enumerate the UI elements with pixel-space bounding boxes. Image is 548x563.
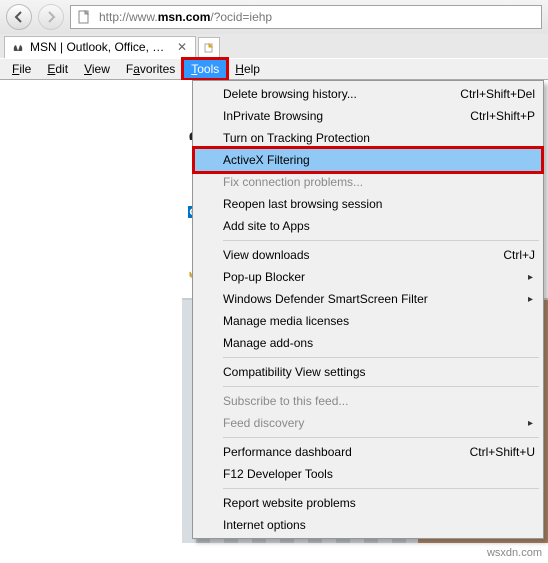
address-text: http://www.msn.com/?ocid=iehp	[97, 10, 541, 24]
tab-row: MSN | Outlook, Office, Sky... ✕	[0, 34, 548, 58]
menu-separator	[223, 357, 539, 358]
menu-f12-tools[interactable]: F12 Developer Tools	[195, 463, 541, 485]
tools-dropdown: Delete browsing history...Ctrl+Shift+Del…	[192, 80, 544, 539]
menu-delete-history[interactable]: Delete browsing history...Ctrl+Shift+Del	[195, 83, 541, 105]
menu-separator	[223, 437, 539, 438]
menu-inprivate[interactable]: InPrivate BrowsingCtrl+Shift+P	[195, 105, 541, 127]
menu-edit[interactable]: Edit	[39, 59, 76, 79]
forward-button[interactable]	[38, 4, 64, 30]
menu-help[interactable]: Help	[227, 59, 268, 79]
menu-bar: File Edit View Favorites Tools Help	[0, 58, 548, 79]
menu-media-licenses[interactable]: Manage media licenses	[195, 310, 541, 332]
tab-active[interactable]: MSN | Outlook, Office, Sky... ✕	[4, 36, 196, 58]
menu-feed-discovery[interactable]: Feed discovery	[195, 412, 541, 434]
menu-add-site-apps[interactable]: Add site to Apps	[195, 215, 541, 237]
new-tab-button[interactable]	[198, 37, 220, 57]
menu-view[interactable]: View	[76, 59, 118, 79]
page-content: o 7APPUALS Delete browsing history...Ctr…	[0, 80, 548, 543]
source-watermark: wsxdn.com	[487, 547, 542, 559]
menu-tools[interactable]: Tools	[183, 59, 227, 79]
browser-chrome: http://www.msn.com/?ocid=iehp MSN | Outl…	[0, 0, 548, 80]
menu-tracking-protection[interactable]: Turn on Tracking Protection	[195, 127, 541, 149]
back-button[interactable]	[6, 4, 32, 30]
menu-internet-options[interactable]: Internet options	[195, 514, 541, 536]
menu-compat-view[interactable]: Compatibility View settings	[195, 361, 541, 383]
menu-smartscreen[interactable]: Windows Defender SmartScreen Filter	[195, 288, 541, 310]
menu-separator	[223, 240, 539, 241]
menu-subscribe-feed[interactable]: Subscribe to this feed...	[195, 390, 541, 412]
menu-activex-filtering[interactable]: ActiveX Filtering	[195, 149, 541, 171]
menu-addons[interactable]: Manage add-ons	[195, 332, 541, 354]
menu-popup-blocker[interactable]: Pop-up Blocker	[195, 266, 541, 288]
page-icon	[75, 8, 93, 26]
tab-close-icon[interactable]: ✕	[175, 40, 189, 54]
menu-separator	[223, 488, 539, 489]
menu-favorites[interactable]: Favorites	[118, 59, 183, 79]
menu-fix-connection[interactable]: Fix connection problems...	[195, 171, 541, 193]
nav-row: http://www.msn.com/?ocid=iehp	[0, 0, 548, 34]
tab-title: MSN | Outlook, Office, Sky...	[30, 40, 170, 54]
menu-file[interactable]: File	[4, 59, 39, 79]
menu-separator	[223, 386, 539, 387]
msn-favicon	[11, 40, 25, 54]
menu-view-downloads[interactable]: View downloadsCtrl+J	[195, 244, 541, 266]
menu-perf-dashboard[interactable]: Performance dashboardCtrl+Shift+U	[195, 441, 541, 463]
menu-report-problems[interactable]: Report website problems	[195, 492, 541, 514]
address-bar[interactable]: http://www.msn.com/?ocid=iehp	[70, 5, 542, 29]
menu-reopen-session[interactable]: Reopen last browsing session	[195, 193, 541, 215]
